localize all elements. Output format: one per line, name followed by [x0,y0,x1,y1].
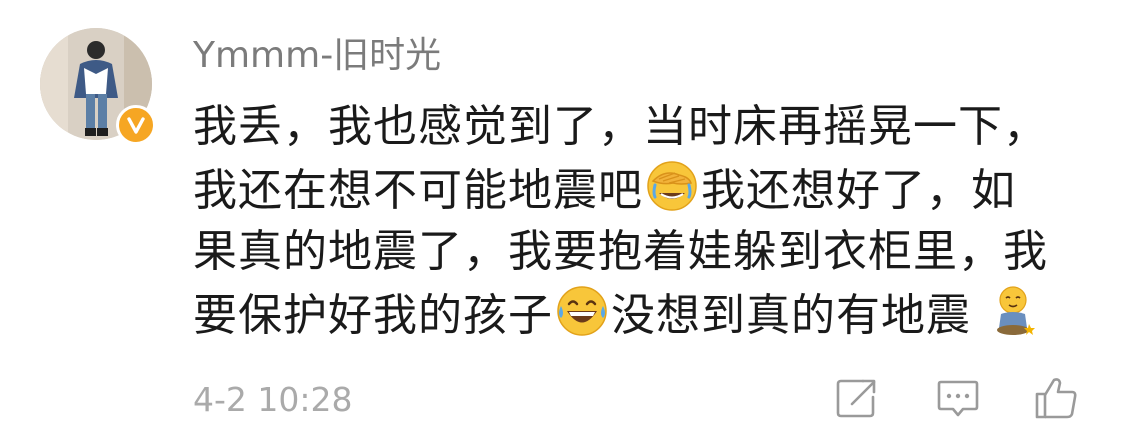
comment-text: 我还想好了，如 [701,164,1016,216]
comment-text: 没想到真的有地震 [611,289,971,341]
username[interactable]: Ymmm-旧时光 [193,32,441,80]
verified-v-icon [127,117,145,134]
repost-icon [836,379,876,418]
repost-button[interactable] [830,372,882,424]
comment-line-2: 我还在想不可能地震吧 我还想好了，如 [193,159,1093,222]
comment-text: 果真的地震了，我要抱着娃躲到衣柜里，我 [193,226,1048,277]
sitting-doll-emoji-icon [993,284,1037,356]
comment-body: 我丢，我也感觉到了，当时床再摇晃一下， 我还在想不可能地震吧 我还想好了，如 果… [193,96,1093,346]
comment-line-3: 果真的地震了，我要抱着娃躲到衣柜里，我 [193,221,1093,284]
comment-card: Ymmm-旧时光 我丢，我也感觉到了，当时床再摇晃一下， 我还在想不可能地震吧 … [0,0,1125,442]
comment-icon [937,380,979,417]
comment-text: 我还在想不可能地震吧 [193,164,643,216]
comment-text: 要保护好我的孩子 [193,289,553,341]
comment-line-4: 要保护好我的孩子 没想到真的有地震 [193,284,1093,347]
comment-text: 我丢，我也感觉到了，当时床再摇晃一下， [193,101,1048,152]
comment-timestamp: 4-2 10:28 [193,380,353,419]
comment-line-1: 我丢，我也感觉到了，当时床再摇晃一下， [193,96,1093,159]
comment-button[interactable] [932,372,984,424]
verified-badge [116,105,156,145]
facepalm-crying-emoji-icon [645,159,699,231]
laughing-tears-emoji-icon [555,284,609,356]
thumbs-up-icon [1035,378,1077,419]
like-button[interactable] [1030,372,1082,424]
